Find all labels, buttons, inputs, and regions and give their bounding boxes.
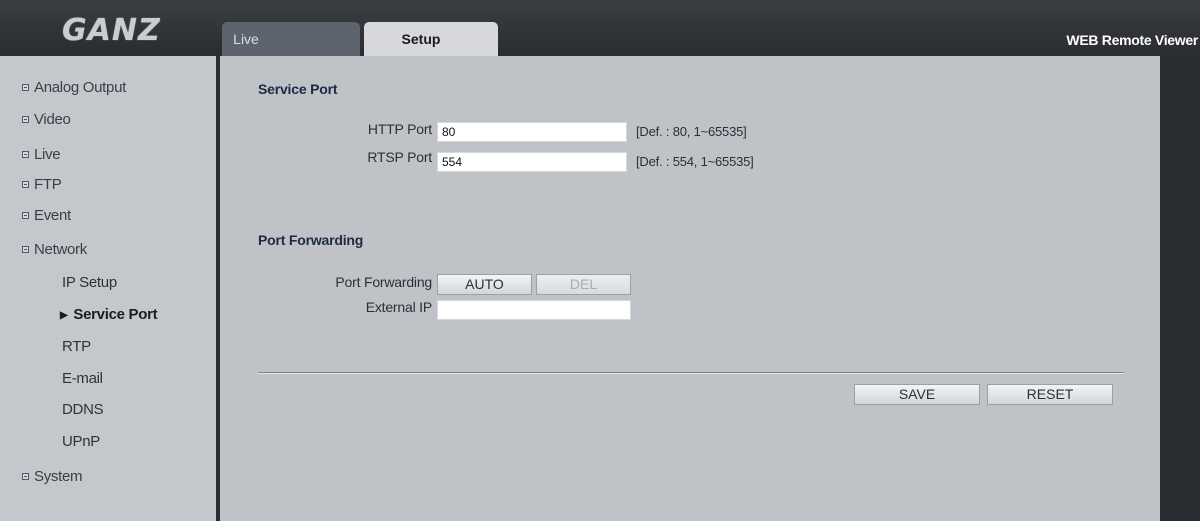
divider	[258, 372, 1124, 374]
reset-button[interactable]: RESET	[987, 384, 1113, 405]
sidebar-item-label: FTP	[34, 176, 62, 193]
sidebar-item-label: Video	[34, 111, 71, 128]
tab-live-label: Live	[233, 31, 259, 47]
sidebar-subitem-label: E-mail	[62, 370, 103, 387]
sidebar-item-video[interactable]: Video	[22, 111, 71, 128]
sidebar-item-label: System	[34, 468, 83, 485]
sidebar-subitem-label: UPnP	[62, 433, 100, 450]
sidebar-subitem-email[interactable]: E-mail	[62, 370, 103, 387]
auto-button[interactable]: AUTO	[437, 274, 532, 295]
save-button[interactable]: SAVE	[854, 384, 980, 405]
collapse-box-icon	[22, 84, 29, 91]
rtsp-port-hint: [Def. : 554, 1~65535]	[636, 154, 754, 169]
rtsp-port-input[interactable]	[437, 152, 627, 172]
tab-setup[interactable]: Setup	[364, 22, 498, 56]
collapse-box-icon	[22, 212, 29, 219]
port-forwarding-label: Port Forwarding	[335, 274, 432, 290]
ganz-logo: GANZ	[62, 13, 161, 48]
sidebar-item-live[interactable]: Live	[22, 146, 61, 163]
triangle-right-icon: ▶	[60, 310, 68, 321]
right-frame	[1160, 56, 1200, 521]
settings-panel: Service Port HTTP Port [Def. : 80, 1~655…	[220, 56, 1160, 521]
app-window: GANZ Live Setup WEB Remote Viewer Analog…	[0, 0, 1200, 521]
sidebar-item-analog-output[interactable]: Analog Output	[22, 79, 126, 96]
external-ip-input[interactable]	[437, 300, 631, 320]
sidebar-subitem-ddns[interactable]: DDNS	[62, 401, 104, 418]
app-title: WEB Remote Viewer	[1066, 32, 1198, 48]
collapse-box-icon	[22, 181, 29, 188]
collapse-box-icon	[22, 116, 29, 123]
sidebar-subitem-upnp[interactable]: UPnP	[62, 433, 100, 450]
sidebar-subitem-ip-setup[interactable]: IP Setup	[62, 274, 117, 291]
external-ip-label: External IP	[365, 299, 432, 315]
sidebar-item-label: Network	[34, 241, 87, 258]
sidebar-item-label: Event	[34, 207, 71, 224]
sidebar-subitem-label: RTP	[62, 338, 91, 355]
del-button[interactable]: DEL	[536, 274, 631, 295]
sidebar-subitem-rtp[interactable]: RTP	[62, 338, 91, 355]
sidebar: Analog Output Video Live FTP Event Netwo…	[0, 56, 216, 521]
sidebar-subitem-label: Service Port	[73, 306, 158, 323]
collapse-box-icon	[22, 151, 29, 158]
tab-live[interactable]: Live	[222, 22, 360, 56]
collapse-box-icon	[22, 246, 29, 253]
sidebar-item-label: Live	[34, 146, 61, 163]
collapse-box-icon	[22, 473, 29, 480]
sidebar-subitem-service-port[interactable]: ▶ Service Port	[60, 306, 158, 323]
sidebar-item-ftp[interactable]: FTP	[22, 176, 62, 193]
header: GANZ Live Setup WEB Remote Viewer	[0, 0, 1200, 56]
rtsp-port-label: RTSP Port	[367, 149, 432, 165]
section-title-service-port: Service Port	[258, 81, 338, 97]
http-port-label: HTTP Port	[367, 121, 432, 137]
sidebar-item-event[interactable]: Event	[22, 207, 71, 224]
http-port-hint: [Def. : 80, 1~65535]	[636, 124, 747, 139]
http-port-input[interactable]	[437, 122, 627, 142]
sidebar-subitem-label: IP Setup	[62, 274, 117, 291]
sidebar-item-label: Analog Output	[34, 79, 127, 96]
tab-setup-label: Setup	[401, 31, 441, 47]
sidebar-subitem-label: DDNS	[62, 401, 104, 418]
section-title-port-forwarding: Port Forwarding	[258, 232, 364, 248]
sidebar-item-system[interactable]: System	[22, 468, 83, 485]
sidebar-item-network[interactable]: Network	[22, 241, 87, 258]
